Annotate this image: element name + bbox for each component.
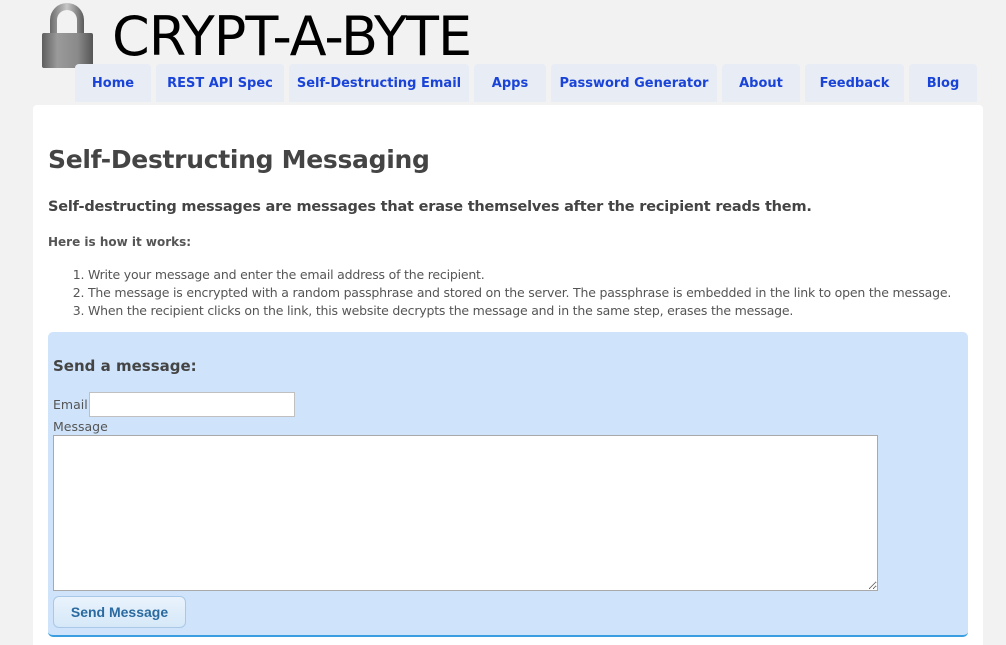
- nav-home[interactable]: Home: [75, 64, 151, 102]
- email-label: Email: [53, 397, 88, 412]
- email-input[interactable]: [89, 392, 295, 417]
- nav-feedback[interactable]: Feedback: [805, 64, 904, 102]
- site-brand: CRYPT-A-BYTE: [112, 5, 472, 68]
- send-message-panel: Send a message: Email Message Send Messa…: [48, 332, 968, 637]
- page-title: Self-Destructing Messaging: [48, 145, 430, 174]
- nav-about[interactable]: About: [722, 64, 800, 102]
- padlock-icon: [42, 3, 93, 68]
- main-nav: Home REST API Spec Self-Destructing Emai…: [75, 64, 982, 102]
- nav-apps[interactable]: Apps: [474, 64, 546, 102]
- step-item: The message is encrypted with a random p…: [88, 284, 951, 302]
- site-header: CRYPT-A-BYTE: [0, 0, 1006, 70]
- step-item: When the recipient clicks on the link, t…: [88, 302, 951, 320]
- step-item: Write your message and enter the email a…: [88, 266, 951, 284]
- nav-rest-api-spec[interactable]: REST API Spec: [156, 64, 284, 102]
- send-message-button[interactable]: Send Message: [53, 596, 186, 628]
- nav-blog[interactable]: Blog: [909, 64, 977, 102]
- message-textarea[interactable]: [53, 435, 878, 591]
- main-content: Self-Destructing Messaging Self-destruct…: [33, 105, 983, 645]
- intro-text: Self-destructing messages are messages t…: [48, 199, 812, 215]
- how-it-works-heading: Here is how it works:: [48, 235, 192, 249]
- steps-list: Write your message and enter the email a…: [48, 266, 951, 320]
- nav-self-destructing-email[interactable]: Self-Destructing Email: [289, 64, 469, 102]
- nav-password-generator[interactable]: Password Generator: [551, 64, 717, 102]
- message-label: Message: [53, 419, 108, 434]
- send-message-heading: Send a message:: [53, 357, 197, 375]
